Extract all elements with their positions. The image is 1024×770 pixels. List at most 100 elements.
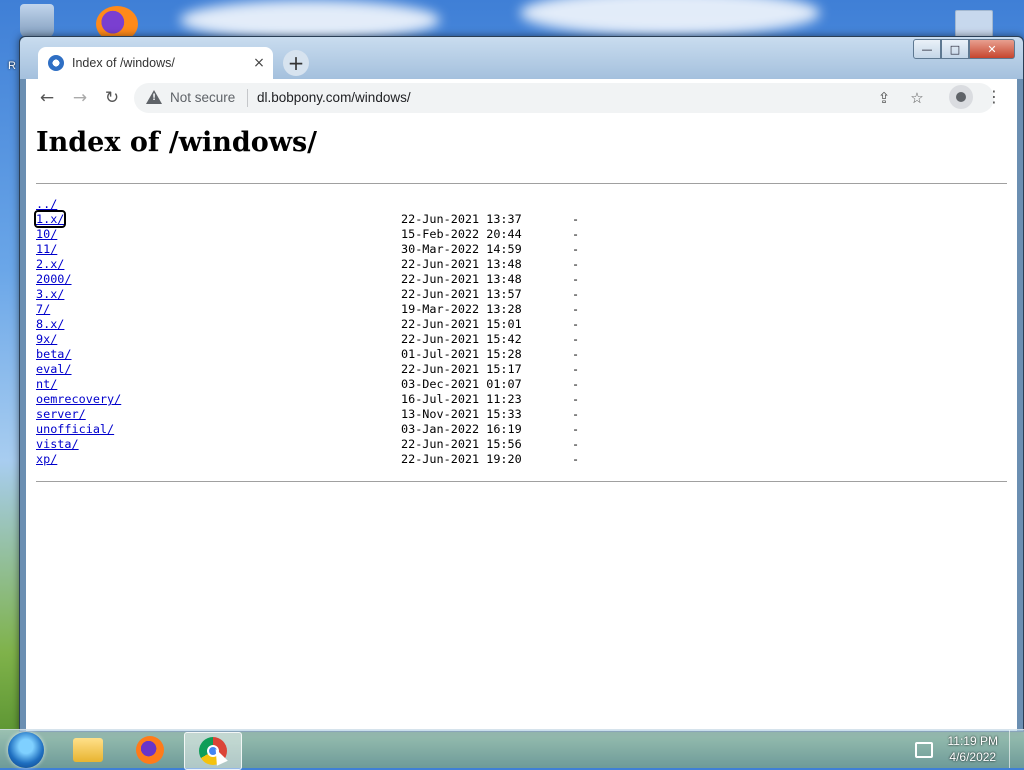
directory-link[interactable]: 2.x/ — [36, 257, 64, 271]
directory-link[interactable]: vista/ — [36, 437, 79, 451]
firefox-taskbar-button[interactable] — [122, 732, 178, 768]
file-size: - — [572, 347, 580, 361]
ie-favicon-icon — [48, 55, 64, 71]
directory-link[interactable]: 9x/ — [36, 332, 57, 346]
start-button[interactable] — [8, 732, 44, 768]
table-row: 10/15-Feb-2022 20:44 - — [36, 227, 596, 242]
new-tab-button[interactable]: + — [283, 50, 309, 76]
file-size: - — [572, 452, 580, 466]
file-size: - — [572, 257, 580, 271]
firefox-icon — [136, 736, 164, 764]
table-row: 3.x/22-Jun-2021 13:57 - — [36, 287, 596, 302]
modified-date: 19-Mar-2022 13:28 — [401, 302, 522, 316]
profile-icon[interactable] — [949, 85, 973, 109]
table-row: 2.x/22-Jun-2021 13:48 - — [36, 257, 596, 272]
directory-link[interactable]: 10/ — [36, 227, 57, 241]
reload-icon[interactable]: ↻ — [101, 87, 123, 109]
file-explorer-taskbar-button[interactable] — [60, 732, 116, 768]
clock-date: 4/6/2022 — [949, 750, 997, 764]
tab-index-of-windows[interactable]: Index of /windows/ × — [38, 47, 273, 79]
modified-date: 22-Jun-2021 15:17 — [401, 362, 522, 376]
divider-top — [36, 183, 1007, 184]
directory-link[interactable]: unofficial/ — [36, 422, 114, 436]
file-explorer-icon — [73, 738, 103, 762]
file-size: - — [572, 377, 580, 391]
file-size: - — [572, 362, 580, 376]
file-size: - — [572, 422, 580, 436]
menu-icon[interactable]: ⋮ — [984, 87, 1004, 106]
modified-date: 22-Jun-2021 13:48 — [401, 257, 522, 271]
table-row: nt/03-Dec-2021 01:07 - — [36, 377, 596, 392]
directory-link[interactable]: 7/ — [36, 302, 50, 316]
modified-date: 03-Jan-2022 16:19 — [401, 422, 522, 436]
file-size: - — [572, 317, 580, 331]
table-row: 11/30-Mar-2022 14:59 - — [36, 242, 596, 257]
modified-date: 22-Jun-2021 19:20 — [401, 452, 522, 466]
address-bar[interactable]: Not secure dl.bobpony.com/windows/ ⇪ ☆ — [134, 83, 994, 113]
system-clock[interactable]: 11:19 PM 4/6/2022 — [948, 733, 998, 765]
modified-date: 01-Jul-2021 15:28 — [401, 347, 522, 361]
back-icon[interactable]: ← — [36, 87, 58, 109]
network-icon[interactable] — [915, 742, 933, 758]
table-row: 2000/22-Jun-2021 13:48 - — [36, 272, 596, 287]
directory-link[interactable]: 8.x/ — [36, 317, 64, 331]
parent-directory-link[interactable]: ../ — [36, 197, 57, 211]
maximize-button[interactable]: □ — [941, 39, 969, 59]
table-row: 1.x/22-Jun-2021 13:37 - — [33, 210, 596, 228]
modified-date: 30-Mar-2022 14:59 — [401, 242, 522, 256]
table-row: vista/22-Jun-2021 15:56 - — [36, 437, 596, 452]
window-controls: — □ ✕ — [913, 39, 1015, 59]
share-icon[interactable]: ⇪ — [874, 88, 894, 108]
table-row: 8.x/22-Jun-2021 15:01 - — [36, 317, 596, 332]
directory-link[interactable]: xp/ — [36, 452, 57, 466]
modified-date: 22-Jun-2021 15:42 — [401, 332, 522, 346]
directory-link[interactable]: 2000/ — [36, 272, 72, 286]
browser-toolbar: ← → ↻ Not secure dl.bobpony.com/windows/… — [26, 79, 1017, 118]
directory-link[interactable]: eval/ — [36, 362, 72, 376]
cloud — [180, 0, 440, 40]
recycle-bin-icon[interactable] — [20, 4, 54, 38]
minimize-button[interactable]: — — [913, 39, 941, 59]
table-row: eval/22-Jun-2021 15:17 - — [36, 362, 596, 377]
clock-time: 11:19 PM — [947, 734, 998, 748]
modified-date: 22-Jun-2021 15:56 — [401, 437, 522, 451]
modified-date: 22-Jun-2021 13:37 — [401, 212, 522, 226]
show-desktop-button[interactable] — [1009, 730, 1024, 768]
table-row: 9x/22-Jun-2021 15:42 - — [36, 332, 596, 347]
forward-icon[interactable]: → — [69, 87, 91, 109]
warning-icon[interactable] — [146, 90, 162, 104]
cloud — [520, 0, 820, 36]
file-size: - — [572, 332, 580, 346]
url-text[interactable]: dl.bobpony.com/windows/ — [257, 90, 411, 105]
directory-link[interactable]: 11/ — [36, 242, 57, 256]
bookmark-star-icon[interactable]: ☆ — [907, 88, 927, 108]
file-size: - — [572, 272, 580, 286]
directory-link[interactable]: beta/ — [36, 347, 72, 361]
table-row: oemrecovery/16-Jul-2021 11:23 - — [36, 392, 596, 407]
page-title: Index of /windows/ — [36, 127, 318, 158]
desktop-icon-label: R — [8, 60, 16, 72]
close-window-button[interactable]: ✕ — [969, 39, 1015, 59]
security-status[interactable]: Not secure — [170, 90, 235, 105]
modified-date: 22-Jun-2021 13:48 — [401, 272, 522, 286]
tab-title: Index of /windows/ — [72, 56, 175, 70]
page-content: Index of /windows/ ../ 1.x/22-Jun-2021 1… — [26, 117, 1017, 731]
table-row: beta/01-Jul-2021 15:28 - — [36, 347, 596, 362]
table-row: xp/22-Jun-2021 19:20 - — [36, 452, 596, 467]
modified-date: 13-Nov-2021 15:33 — [401, 407, 522, 421]
table-row: 7/19-Mar-2022 13:28 - — [36, 302, 596, 317]
modified-date: 16-Jul-2021 11:23 — [401, 392, 522, 406]
directory-listing: ../ 1.x/22-Jun-2021 13:37-10/15-Feb-2022… — [33, 197, 596, 467]
browser-window: Index of /windows/ × + — □ ✕ ← → ↻ Not s… — [19, 36, 1024, 732]
directory-link[interactable]: nt/ — [36, 377, 57, 391]
file-size: - — [572, 392, 580, 406]
close-tab-icon[interactable]: × — [249, 55, 269, 71]
modified-date: 22-Jun-2021 13:57 — [401, 287, 522, 301]
directory-link[interactable]: 1.x/ — [33, 210, 67, 228]
directory-link[interactable]: oemrecovery/ — [36, 392, 121, 406]
file-size: - — [572, 302, 580, 316]
taskbar — [0, 729, 1024, 770]
directory-link[interactable]: 3.x/ — [36, 287, 64, 301]
title-bar[interactable]: Index of /windows/ × + — □ ✕ — [20, 37, 1023, 79]
directory-link[interactable]: server/ — [36, 407, 86, 421]
